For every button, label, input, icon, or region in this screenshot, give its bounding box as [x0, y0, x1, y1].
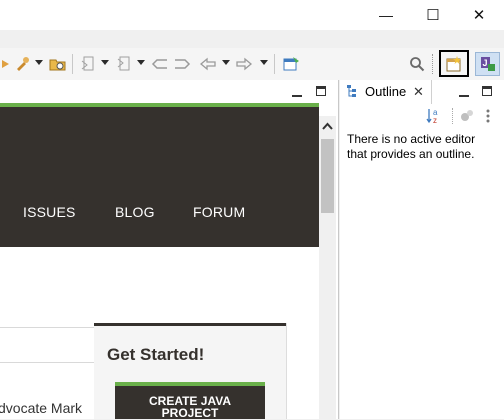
- view-menu-icon[interactable]: [484, 108, 492, 124]
- last-edit-location-icon[interactable]: [150, 53, 170, 75]
- next-annotation-icon[interactable]: [78, 53, 98, 75]
- perspective-separator: [432, 54, 434, 74]
- open-perspective-icon[interactable]: [439, 50, 469, 77]
- card-border: [286, 323, 287, 419]
- get-started-title: Get Started!: [107, 345, 205, 364]
- minimize-button[interactable]: —: [363, 0, 409, 30]
- maximize-button[interactable]: ☐: [410, 0, 456, 30]
- hide-fields-icon[interactable]: [459, 108, 475, 124]
- previous-annotation-icon[interactable]: [114, 53, 134, 75]
- search-icon[interactable]: [406, 53, 428, 75]
- outline-icon: [346, 84, 360, 103]
- news-snippet-text: dvocate Mark: [0, 400, 83, 416]
- outline-tab-label: Outline: [365, 84, 407, 99]
- close-tab-icon[interactable]: ✕: [413, 84, 424, 100]
- welcome-header-banner: [0, 103, 319, 247]
- outline-view: [340, 80, 504, 419]
- editor-minimize-button[interactable]: [292, 88, 302, 97]
- close-window-button[interactable]: ✕: [456, 0, 502, 30]
- external-tools-dropdown-icon[interactable]: [35, 60, 43, 65]
- svg-text:J: J: [482, 58, 487, 68]
- tab-outline[interactable]: Outline ✕: [340, 80, 432, 104]
- create-java-project-label: CREATE JAVA PROJECT: [148, 394, 231, 420]
- back-icon[interactable]: [198, 53, 218, 75]
- pin-editor-icon[interactable]: [280, 53, 302, 75]
- nav-link-issues[interactable]: ISSUES: [23, 204, 76, 220]
- toolbar-separator: [274, 54, 275, 74]
- next-annotation-dropdown-icon[interactable]: [101, 60, 109, 65]
- outline-toolbar-separator: [452, 108, 454, 124]
- toolbar-separator: [72, 54, 73, 74]
- scrollbar-thumb[interactable]: [321, 139, 334, 213]
- scroll-up-icon[interactable]: [321, 119, 334, 133]
- external-tools-icon[interactable]: [12, 53, 32, 75]
- back-dropdown-icon[interactable]: [222, 60, 230, 65]
- nav-link-blog[interactable]: BLOG: [115, 204, 155, 220]
- last-edit-forward-icon[interactable]: [172, 53, 192, 75]
- open-type-icon[interactable]: [48, 53, 68, 75]
- forward-icon[interactable]: [234, 53, 254, 75]
- run-last-tool-icon[interactable]: [0, 53, 12, 75]
- nav-link-forum[interactable]: FORUM: [193, 204, 245, 220]
- window-title-bar: — ☐ ✕: [0, 0, 504, 30]
- sort-icon[interactable]: az: [426, 107, 444, 125]
- outline-maximize-button[interactable]: [482, 86, 492, 96]
- outline-minimize-button[interactable]: [459, 88, 469, 97]
- svg-text:z: z: [433, 116, 437, 125]
- content-divider: [0, 362, 94, 363]
- outline-empty-message: There is no active editor that provides …: [347, 132, 476, 161]
- content-divider: [0, 327, 94, 328]
- editor-maximize-button[interactable]: [316, 86, 326, 96]
- create-java-project-button[interactable]: CREATE JAVA PROJECT: [115, 382, 265, 419]
- previous-annotation-dropdown-icon[interactable]: [137, 60, 145, 65]
- forward-dropdown-icon[interactable]: [260, 60, 268, 65]
- java-perspective-icon[interactable]: J: [475, 52, 500, 76]
